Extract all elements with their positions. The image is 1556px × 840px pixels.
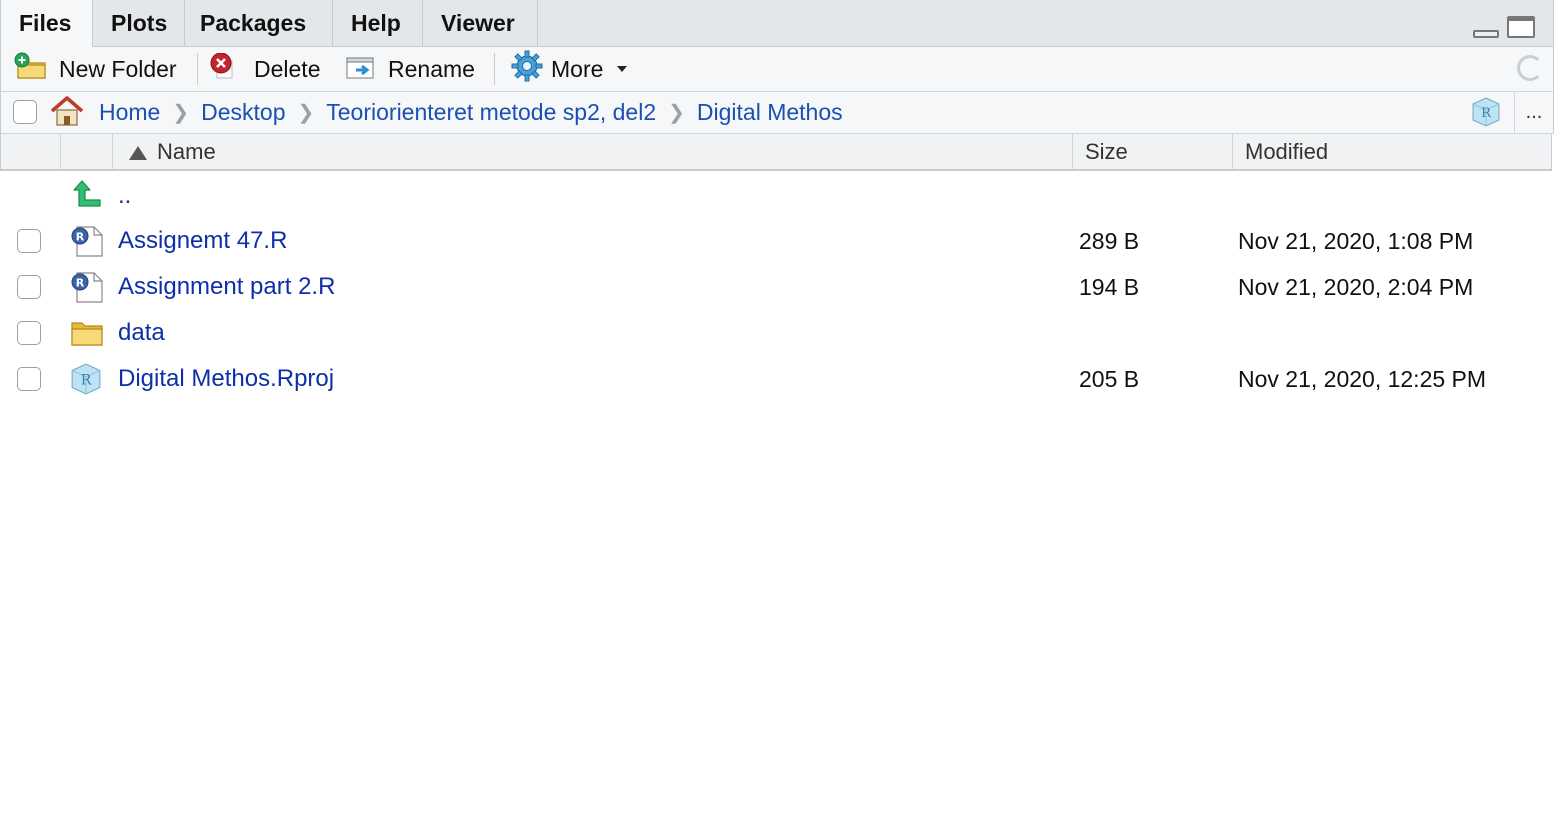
- sort-ascending-icon: [129, 146, 147, 160]
- more-menu-button[interactable]: More: [511, 47, 628, 91]
- file-name-link[interactable]: Digital Methos.Rproj: [118, 356, 334, 402]
- chevron-right-icon: ❯: [297, 102, 315, 124]
- new-folder-button[interactable]: New Folder: [13, 47, 177, 91]
- tab-viewer[interactable]: Viewer: [423, 0, 538, 46]
- file-modified: Nov 21, 2020, 12:25 PM: [1238, 366, 1487, 392]
- refresh-icon[interactable]: [1517, 55, 1543, 81]
- r-file-icon: R: [70, 224, 104, 263]
- row-checkbox[interactable]: [17, 275, 41, 299]
- delete-label: Delete: [254, 55, 321, 82]
- toolbar-divider: [494, 53, 495, 85]
- gear-icon: [511, 50, 543, 88]
- chevron-right-icon: ❯: [668, 102, 685, 124]
- tab-help[interactable]: Help: [333, 0, 423, 46]
- rproj-icon[interactable]: R: [1471, 97, 1501, 132]
- header-size[interactable]: Size: [1072, 134, 1232, 169]
- chevron-right-icon: ❯: [172, 102, 190, 124]
- header-name[interactable]: Name: [112, 134, 1072, 169]
- breadcrumb-teoriorienteret[interactable]: Teoriorienteret metode sp2, del2: [326, 99, 656, 126]
- breadcrumb-home[interactable]: Home: [99, 99, 160, 126]
- header-icon-column: [60, 134, 112, 169]
- file-name-link[interactable]: data: [118, 310, 165, 356]
- new-folder-label: New Folder: [59, 55, 177, 82]
- breadcrumb: Home ❯ Desktop ❯ Teoriorienteret metode …: [99, 92, 843, 133]
- svg-text:R: R: [81, 372, 92, 388]
- file-name-link[interactable]: Assignemt 47.R: [118, 218, 287, 264]
- more-options-button[interactable]: ...: [1514, 92, 1553, 133]
- file-modified: Nov 21, 2020, 1:08 PM: [1238, 228, 1474, 254]
- file-size: 194 B: [1079, 274, 1140, 300]
- file-name-link[interactable]: Assignment part 2.R: [118, 264, 335, 310]
- minimize-pane-button[interactable]: [1473, 30, 1499, 38]
- file-size: 205 B: [1079, 366, 1140, 392]
- file-modified: Nov 21, 2020, 2:04 PM: [1238, 274, 1474, 300]
- parent-directory-link[interactable]: ..: [118, 173, 131, 219]
- delete-icon: [210, 52, 234, 85]
- row-checkbox[interactable]: [17, 367, 41, 391]
- breadcrumb-bar: Home ❯ Desktop ❯ Teoriorienteret metode …: [0, 92, 1554, 134]
- table-row[interactable]: data: [0, 310, 1552, 356]
- maximize-pane-button[interactable]: [1507, 16, 1535, 38]
- tab-files[interactable]: Files: [1, 0, 93, 47]
- chevron-down-icon: [617, 66, 628, 72]
- rename-icon: [346, 53, 378, 85]
- select-all-checkbox[interactable]: [13, 100, 37, 124]
- tab-list: Files Plots Packages Help Viewer: [1, 0, 538, 47]
- home-icon[interactable]: [49, 95, 85, 132]
- rename-button[interactable]: Rename: [346, 47, 475, 91]
- more-label: More: [551, 55, 604, 82]
- pane-tab-bar: Files Plots Packages Help Viewer: [0, 0, 1554, 47]
- svg-text:R: R: [1481, 106, 1492, 121]
- row-checkbox[interactable]: [17, 229, 41, 253]
- r-file-icon: R: [70, 270, 104, 309]
- files-toolbar: New Folder Delete Rename More: [0, 47, 1554, 92]
- breadcrumb-desktop[interactable]: Desktop: [201, 99, 285, 126]
- parent-directory-row[interactable]: ..: [0, 173, 1552, 219]
- tab-plots[interactable]: Plots: [93, 0, 185, 46]
- delete-button[interactable]: Delete: [210, 47, 320, 91]
- table-row[interactable]: R Digital Methos.Rproj 205 B Nov 21, 202…: [0, 356, 1552, 402]
- table-row[interactable]: R Assignment part 2.R 194 B Nov 21, 2020…: [0, 264, 1552, 310]
- file-table-header: Name Size Modified: [0, 134, 1552, 171]
- up-arrow-icon: [72, 178, 104, 215]
- table-row[interactable]: R Assignemt 47.R 289 B Nov 21, 2020, 1:0…: [0, 218, 1552, 264]
- file-size: 289 B: [1079, 228, 1140, 254]
- window-controls: [1473, 16, 1535, 38]
- rename-label: Rename: [388, 55, 475, 82]
- row-checkbox[interactable]: [17, 321, 41, 345]
- breadcrumb-digital-methos[interactable]: Digital Methos: [697, 99, 843, 126]
- tab-packages[interactable]: Packages: [185, 0, 333, 46]
- toolbar-divider: [197, 53, 198, 85]
- folder-icon: [70, 318, 104, 353]
- svg-text:R: R: [76, 277, 85, 290]
- rproj-icon: R: [70, 363, 102, 400]
- header-modified[interactable]: Modified: [1232, 134, 1553, 169]
- new-folder-icon: [13, 52, 49, 86]
- svg-text:R: R: [76, 231, 85, 244]
